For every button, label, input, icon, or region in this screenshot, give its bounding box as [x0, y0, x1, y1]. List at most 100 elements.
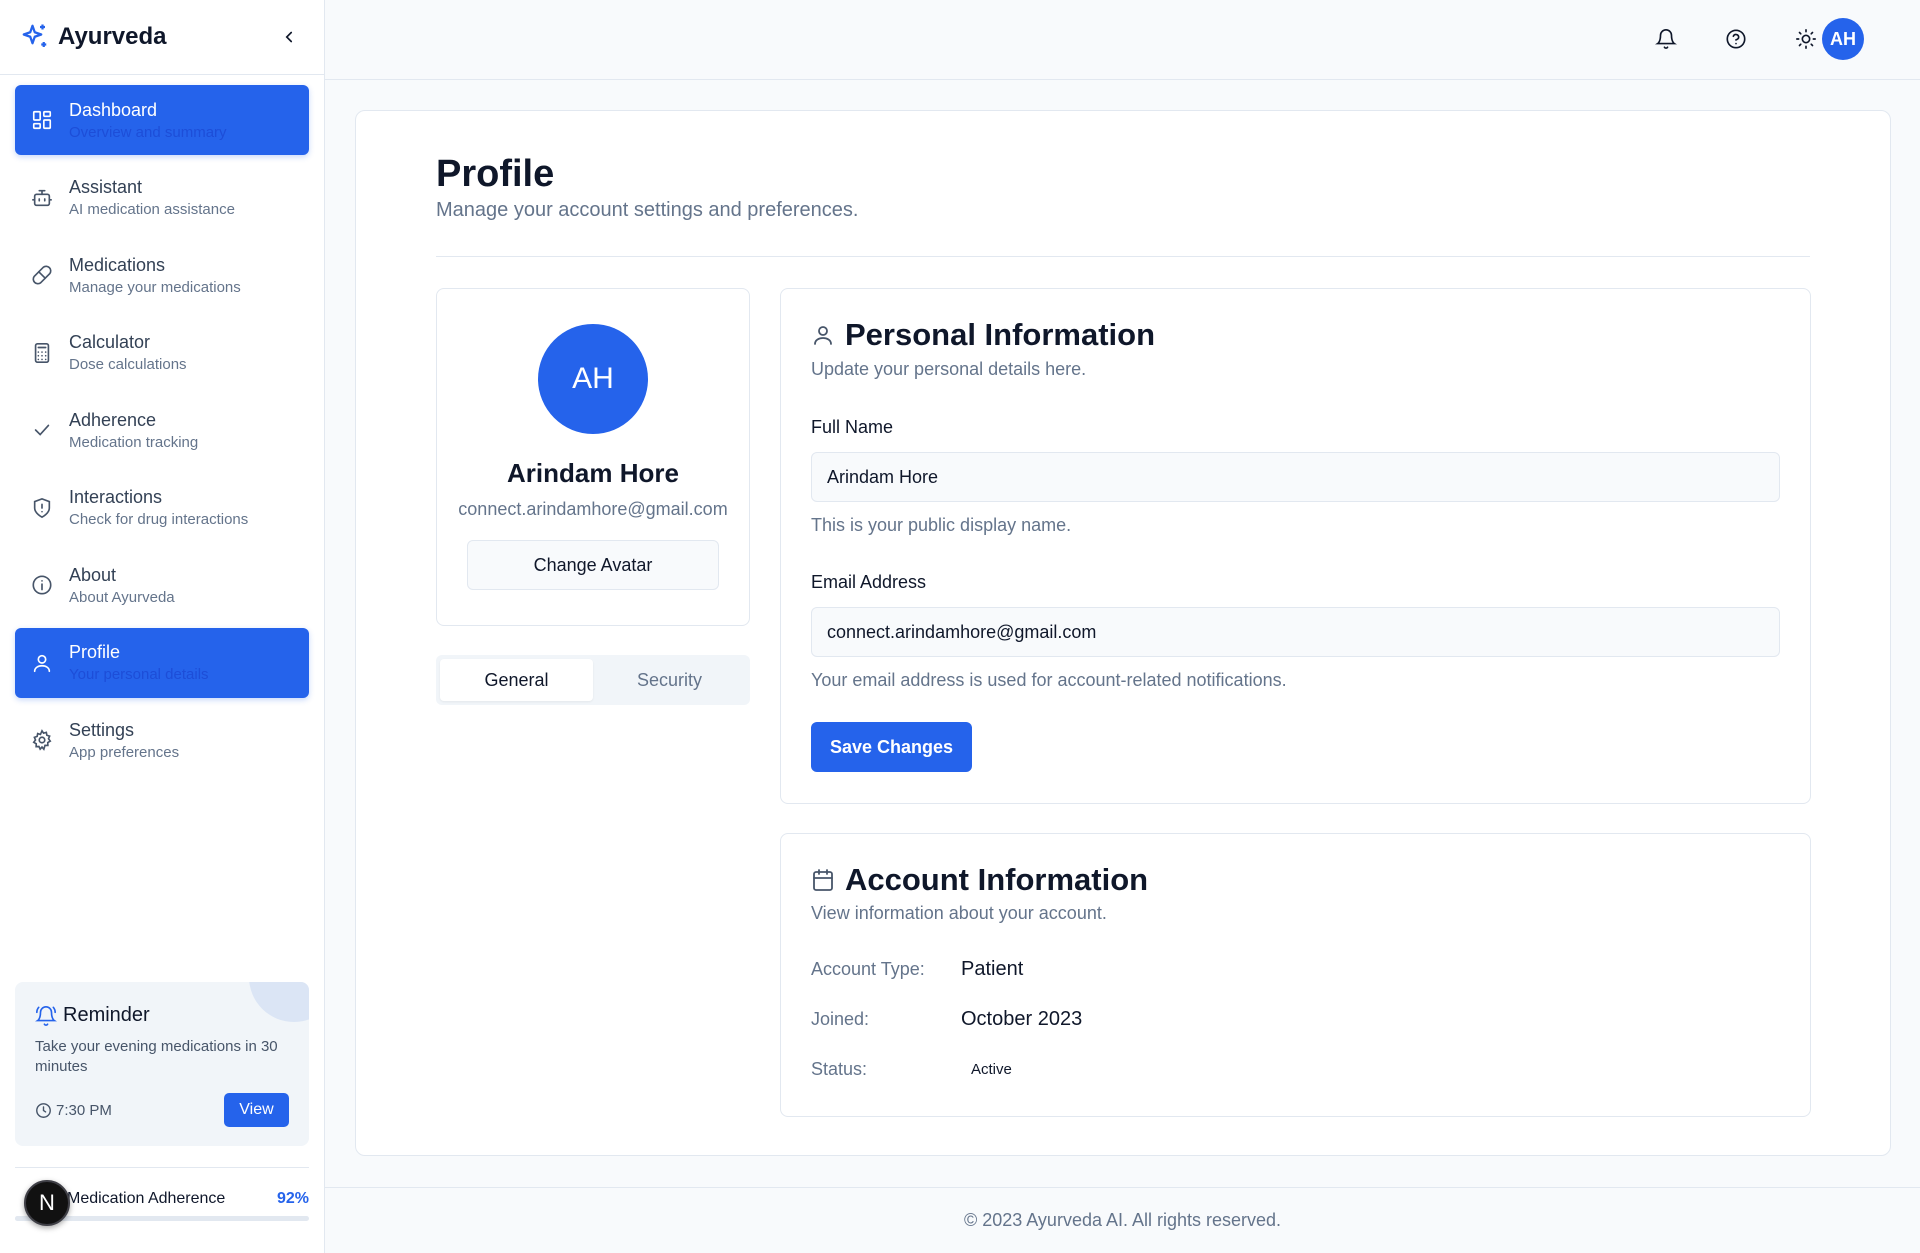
sidebar-item-profile[interactable]: Profile Your personal details — [15, 627, 309, 698]
help-circle-icon — [1726, 29, 1746, 49]
sparkles-logo-icon — [20, 22, 50, 52]
joined-label: Joined: — [811, 1009, 870, 1029]
sidebar-item-sublabel: Dose calculations — [69, 356, 187, 373]
info-icon — [31, 574, 53, 596]
sidebar-item-sublabel: About Ayurveda — [69, 588, 175, 606]
brand-header: Ayurveda — [0, 0, 324, 75]
account-info-title: Account Information — [845, 862, 1149, 897]
sidebar-item-sublabel: Medication tracking — [69, 433, 199, 451]
theme-toggle-button[interactable] — [1793, 26, 1819, 52]
footer-copyright: © 2023 Ayurveda AI. All rights reserved. — [963, 1210, 1282, 1230]
account-info-subtitle: View information about your account. — [811, 903, 1107, 923]
sidebar-item-label: Dashboard — [69, 99, 158, 120]
profile-panel: Profile Manage your account settings and… — [355, 110, 1891, 1156]
user-avatar-button[interactable]: AH — [1822, 18, 1864, 60]
sidebar-item-sublabel: Overview and summary — [69, 123, 227, 141]
sidebar-item-label: Assistant — [69, 177, 143, 197]
sidebar-item-assistant[interactable]: Assistant AI medication assistance — [15, 163, 309, 233]
sidebar-item-adherence[interactable]: Adherence Medication tracking — [15, 395, 309, 465]
brand-name: Ayurveda — [58, 23, 167, 50]
sidebar-item-sublabel: AI medication assistance — [69, 201, 235, 218]
user-icon — [31, 652, 53, 674]
full-name-help: This is your public display name. — [811, 515, 1072, 535]
personal-info-title: Personal Information — [845, 317, 1156, 352]
page-subtitle: Manage your account settings and prefere… — [436, 199, 859, 221]
sidebar-item-sublabel: Your personal details — [69, 666, 209, 683]
status-row: Status: Active — [811, 1058, 1022, 1081]
sidebar-nav: Dashboard Overview and summary Assistant A… — [0, 75, 324, 775]
sidebar-item-sublabel: Check for drug interactions — [69, 511, 249, 528]
account-type-label: Account Type: — [811, 959, 925, 979]
reminder-title: Reminder — [63, 1004, 150, 1026]
bot-icon — [31, 187, 53, 209]
reminder-time: 7:30 PM — [35, 1102, 112, 1119]
reminder-view-button[interactable]: View — [224, 1093, 289, 1127]
check-icon — [31, 419, 53, 441]
tab-general[interactable]: General — [440, 659, 593, 701]
sidebar-item-settings[interactable]: Settings App preferences — [15, 705, 309, 775]
reminder-message: Take your evening medications in 30 minu… — [35, 1038, 278, 1075]
reminder-time-text: 7:30 PM — [56, 1101, 112, 1119]
help-button[interactable] — [1723, 26, 1749, 52]
sidebar-item-label: Adherence — [69, 409, 157, 430]
email-help: Your email address is used for account-r… — [811, 670, 1287, 690]
account-type-row: Account Type: Patient — [811, 958, 1023, 981]
email-input[interactable] — [811, 607, 1780, 657]
tab-security[interactable]: Security — [593, 659, 746, 701]
reminder-card: Reminder Take your evening medications i… — [15, 982, 309, 1146]
sidebar-item-sublabel: Manage your medications — [69, 278, 241, 296]
sidebar-item-label: About — [69, 564, 117, 585]
profile-avatar: AH — [538, 324, 648, 434]
user-icon — [811, 323, 835, 347]
shield-alert-icon — [31, 497, 53, 519]
topbar: AH — [325, 0, 1920, 80]
profile-summary-card: AH Arindam Hore connect.arindamhore@gmai… — [436, 288, 750, 626]
pill-icon — [31, 264, 53, 286]
adherence-value: 92% — [276, 1190, 309, 1207]
adherence-label: Medication Adherence — [67, 1190, 226, 1207]
sidebar-item-label: Medications — [69, 254, 166, 275]
personal-information-card: Personal Information Update your persona… — [780, 288, 1811, 804]
sidebar: Ayurveda Dashboard Overview and summary A… — [0, 0, 325, 1253]
collapse-sidebar-button[interactable] — [274, 22, 304, 52]
status-badge: Active — [971, 1061, 1012, 1078]
status-label: Status: — [811, 1059, 868, 1079]
sidebar-item-sublabel: App preferences — [69, 743, 180, 761]
sidebar-item-interactions[interactable]: Interactions Check for drug interactions — [15, 473, 309, 543]
profile-tabs: General Security — [436, 655, 750, 705]
divider — [15, 1167, 309, 1168]
bell-icon — [1655, 29, 1677, 50]
sidebar-item-about[interactable]: About About Ayurveda — [15, 550, 309, 620]
personal-info-subtitle: Update your personal details here. — [811, 359, 1087, 379]
save-changes-button[interactable]: Save Changes — [811, 722, 972, 772]
sidebar-item-dashboard[interactable]: Dashboard Overview and summary — [15, 85, 309, 155]
sidebar-item-label: Calculator — [69, 332, 151, 352]
full-name-input[interactable] — [811, 452, 1780, 502]
full-name-label: Full Name — [811, 417, 894, 437]
floating-n-badge[interactable]: N — [24, 1180, 70, 1226]
calendar-icon — [811, 868, 835, 892]
joined-row: Joined: October 2023 — [811, 1008, 1082, 1031]
bell-ring-icon — [35, 1005, 57, 1027]
sidebar-item-label: Settings — [69, 719, 135, 740]
change-avatar-button[interactable]: Change Avatar — [467, 540, 719, 590]
profile-email: connect.arindamhore@gmail.com — [458, 499, 728, 519]
email-label: Email Address — [811, 572, 927, 592]
calculator-icon — [31, 342, 53, 364]
sidebar-item-medications[interactable]: Medications Manage your medications — [15, 240, 309, 310]
divider — [436, 256, 1810, 257]
account-type-value: Patient — [961, 958, 1024, 980]
sun-icon — [1796, 29, 1816, 49]
chevron-left-icon — [285, 31, 293, 43]
sidebar-item-calculator[interactable]: Calculator Dose calculations — [15, 318, 309, 388]
profile-name: Arindam Hore — [507, 458, 679, 488]
page-title: Profile — [436, 153, 555, 195]
gear-icon — [31, 729, 53, 751]
account-information-card: Account Information View information abo… — [780, 833, 1811, 1117]
clock-icon — [35, 1102, 52, 1119]
footer: © 2023 Ayurveda AI. All rights reserved. — [325, 1187, 1920, 1253]
dashboard-icon — [31, 109, 53, 131]
sidebar-item-label: Profile — [69, 642, 121, 662]
joined-value: October 2023 — [961, 1008, 1083, 1030]
notifications-button[interactable] — [1653, 26, 1679, 52]
